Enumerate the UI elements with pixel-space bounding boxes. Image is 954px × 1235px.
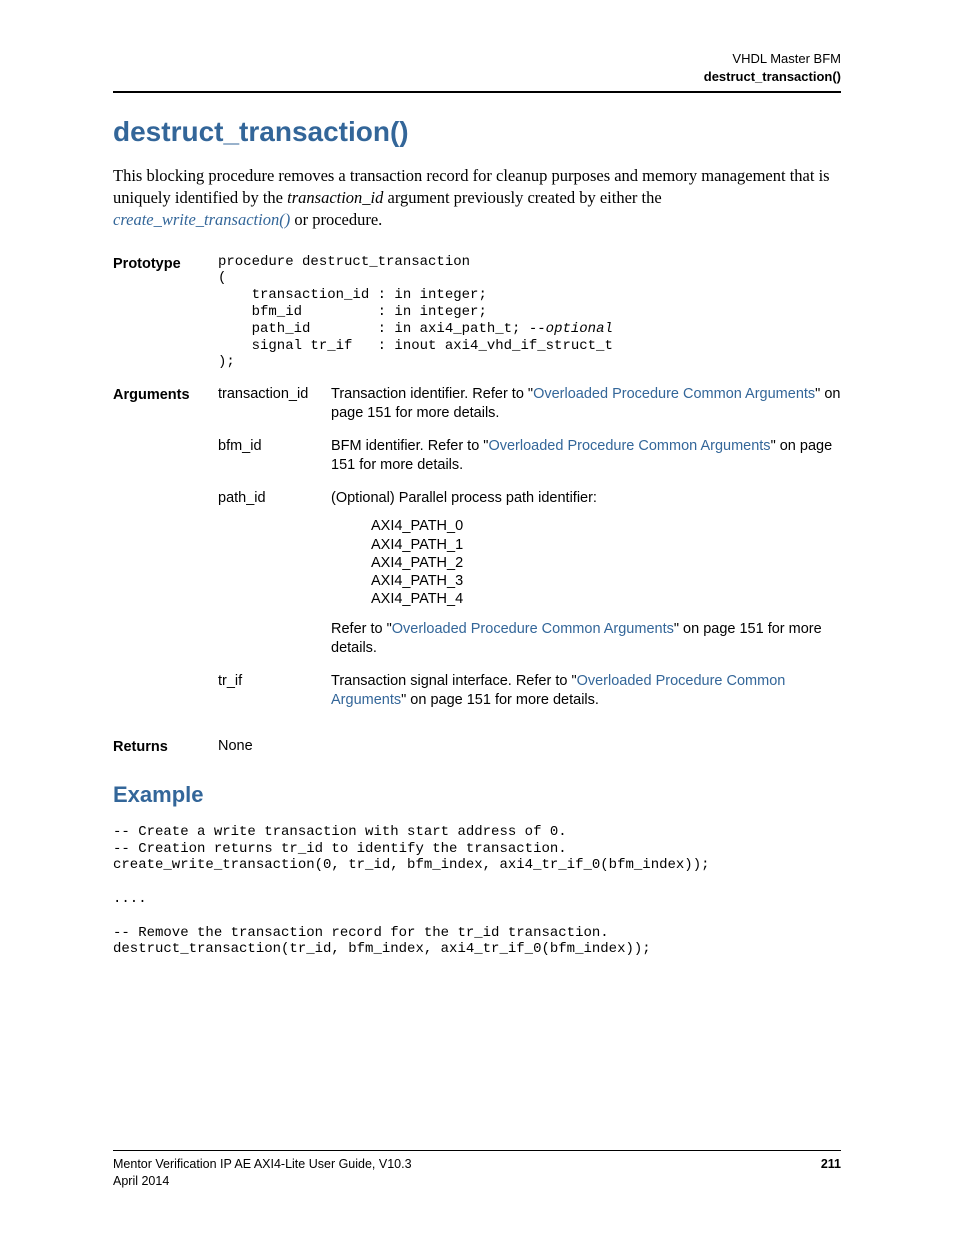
intro-italic: transaction_id (287, 188, 383, 207)
arg-desc: (Optional) Parallel process path identif… (331, 489, 841, 658)
arg-desc-pre: Transaction identifier. Refer to " (331, 386, 533, 402)
returns-section: Returns None (113, 737, 841, 758)
returns-label: Returns (113, 737, 218, 758)
overloaded-args-link[interactable]: Overloaded Procedure Common Arguments (488, 438, 770, 454)
example-heading: Example (113, 780, 841, 810)
create-write-transaction-link[interactable]: create_write_transaction() (113, 210, 290, 229)
arg-desc-optional: (Optional) Parallel process path identif… (331, 489, 841, 508)
arguments-section: Arguments transaction_id Transaction ide… (113, 385, 841, 723)
arg-name: transaction_id (218, 385, 331, 405)
intro-text-2: argument previously created by either th… (383, 188, 661, 207)
prototype-section: Prototype procedure destruct_transaction… (113, 254, 841, 372)
overloaded-args-link[interactable]: Overloaded Procedure Common Arguments (533, 386, 815, 402)
footer-rule (113, 1150, 841, 1151)
page-title: destruct_transaction() (113, 113, 841, 151)
intro-paragraph: This blocking procedure removes a transa… (113, 165, 841, 232)
overloaded-args-link[interactable]: Overloaded Procedure Common Arguments (392, 621, 674, 637)
arg-desc: Transaction signal interface. Refer to "… (331, 672, 841, 710)
arg-desc-pre: Transaction signal interface. Refer to " (331, 673, 577, 689)
arguments-label: Arguments (113, 385, 218, 406)
arg-desc-paths: AXI4_PATH_0 AXI4_PATH_1 AXI4_PATH_2 AXI4… (371, 517, 841, 608)
footer-doc-title: Mentor Verification IP AE AXI4-Lite User… (113, 1156, 412, 1173)
arg-row-bfm-id: bfm_id BFM identifier. Refer to "Overloa… (218, 437, 841, 475)
footer-page-number: 211 (821, 1156, 841, 1190)
arg-desc-pre: BFM identifier. Refer to " (331, 438, 488, 454)
arg-row-tr-if: tr_if Transaction signal interface. Refe… (218, 672, 841, 710)
header-chapter: VHDL Master BFM (113, 50, 841, 68)
arg-desc-post: " on page 151 for more details. (401, 692, 599, 708)
arg-name: bfm_id (218, 437, 331, 457)
intro-text-3: or procedure. (290, 210, 382, 229)
prototype-code: procedure destruct_transaction ( transac… (218, 254, 841, 372)
arg-row-path-id: path_id (Optional) Parallel process path… (218, 489, 841, 658)
prototype-code-2: signal tr_if : inout axi4_vhd_if_struct_… (218, 338, 613, 371)
arg-desc-pre: Refer to " (331, 621, 392, 637)
prototype-code-1: procedure destruct_transaction ( transac… (218, 254, 529, 337)
arg-name: tr_if (218, 672, 331, 692)
returns-value: None (218, 737, 841, 757)
arg-name: path_id (218, 489, 331, 509)
arg-desc: Transaction identifier. Refer to "Overlo… (331, 385, 841, 423)
header-section: destruct_transaction() (113, 68, 841, 86)
prototype-comment: --optional (529, 321, 613, 337)
footer-date: April 2014 (113, 1173, 412, 1190)
prototype-label: Prototype (113, 254, 218, 275)
example-code: -- Create a write transaction with start… (113, 824, 841, 958)
header-rule (113, 91, 841, 93)
arg-row-transaction-id: transaction_id Transaction identifier. R… (218, 385, 841, 423)
arg-desc: BFM identifier. Refer to "Overloaded Pro… (331, 437, 841, 475)
